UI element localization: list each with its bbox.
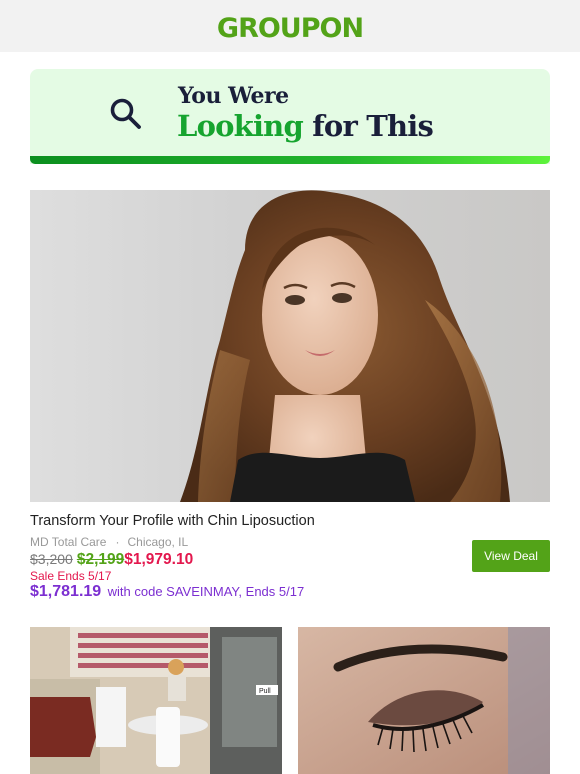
eyelash-closeup-image [298,627,550,774]
view-deal-button[interactable]: View Deal [472,540,550,572]
sale-price: $1,979.10 [124,551,194,568]
meta-separator: · [115,535,120,549]
deal-meta: MD Total Care · Chicago, IL [30,535,188,549]
banner-heading-highlight: Looking [177,109,304,143]
looking-for-this-banner[interactable]: You Were Looking for This [30,69,550,164]
banner-heading-rest: for This [312,109,434,143]
groupon-logo[interactable]: GROUPON [0,13,580,44]
search-icon [110,98,141,129]
deal-location: Chicago, IL [127,535,189,549]
banner-heading-line1: You Were [178,83,289,109]
promo-code-row: $1,781.19 with code SAVEINMAY, Ends 5/17 [30,583,304,601]
deal-thumbnail-salon[interactable]: Pull [30,627,282,774]
woman-portrait-image [180,190,510,502]
previous-price: $2,199 [76,551,125,568]
banner-heading-line2: Looking for This [177,109,434,143]
salon-interior-image: Pull [30,627,282,774]
deal-hero-image[interactable] [30,190,550,502]
price-row: $3,200 $2,199$1,979.10 [30,551,193,569]
promo-price: $1,781.19 [30,583,102,600]
sale-ends-text: Sale Ends 5/17 [30,569,112,583]
banner-accent-bar [30,156,550,164]
deal-title[interactable]: Transform Your Profile with Chin Liposuc… [30,513,315,529]
svg-text:Pull: Pull [259,688,271,695]
original-price: $3,200 [30,551,73,567]
header-bar: GROUPON [0,0,580,52]
deal-thumbnail-lashes[interactable] [298,627,550,774]
merchant-name: MD Total Care [30,535,107,549]
promo-code-text: with code SAVEINMAY, Ends 5/17 [107,584,305,599]
